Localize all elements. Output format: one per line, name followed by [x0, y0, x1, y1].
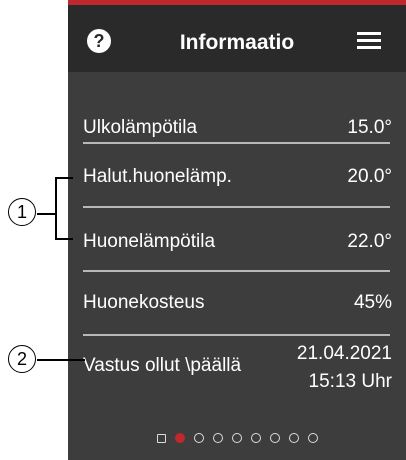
device-display: ? Informaatio Ulkolämpötila 15.0° Halut.…	[68, 0, 406, 460]
list-item-heater-was-on[interactable]: Vastus ollut \päällä 21.04.2021 15:13 Uh…	[68, 343, 406, 404]
callout-1-bracket-bottom	[55, 238, 73, 240]
header-bar: ? Informaatio	[68, 5, 406, 72]
screen: ? Informaatio Ulkolämpötila 15.0° Halut.…	[0, 0, 406, 460]
callout-1-leader	[37, 213, 56, 215]
pager-dot[interactable]	[212, 433, 223, 443]
divider	[83, 206, 390, 208]
heater-time-value: 15:13 Uhr	[308, 371, 392, 392]
callout-1-bracket-top	[55, 177, 73, 179]
room-temp-label: Huonelämpötila	[83, 231, 216, 252]
callout-2-leader	[37, 359, 85, 361]
pager-dot[interactable]	[269, 433, 280, 443]
callout-1: 1	[8, 198, 36, 226]
outdoor-temp-label: Ulkolämpötila	[83, 117, 198, 138]
callout-1-bracket	[55, 177, 57, 239]
pager-dot[interactable]	[231, 433, 242, 443]
divider	[83, 334, 390, 336]
room-temp-value: 22.0°	[347, 231, 392, 252]
heater-was-on-label: Vastus ollut \päällä	[83, 355, 242, 376]
pager-dot-active[interactable]	[174, 433, 185, 443]
hamburger-menu-icon[interactable]	[357, 32, 381, 50]
callout-2: 2	[8, 345, 36, 373]
divider	[83, 142, 390, 144]
pager-dot[interactable]	[288, 433, 299, 443]
humidity-label: Huonekosteus	[83, 292, 205, 313]
divider	[83, 270, 390, 272]
page-indicator	[68, 433, 406, 445]
pager-dot[interactable]	[193, 433, 204, 443]
page-title: Informaatio	[179, 31, 295, 54]
desired-room-temp-value: 20.0°	[347, 166, 392, 187]
humidity-value: 45%	[353, 292, 392, 313]
pager-dot[interactable]	[307, 433, 318, 443]
outdoor-temp-value: 15.0°	[347, 117, 392, 138]
desired-room-temp-label: Halut.huonelämp.	[83, 166, 232, 187]
pager-dot[interactable]	[250, 433, 261, 443]
heater-date-value: 21.04.2021	[296, 343, 392, 364]
pager-dot[interactable]	[156, 433, 166, 443]
